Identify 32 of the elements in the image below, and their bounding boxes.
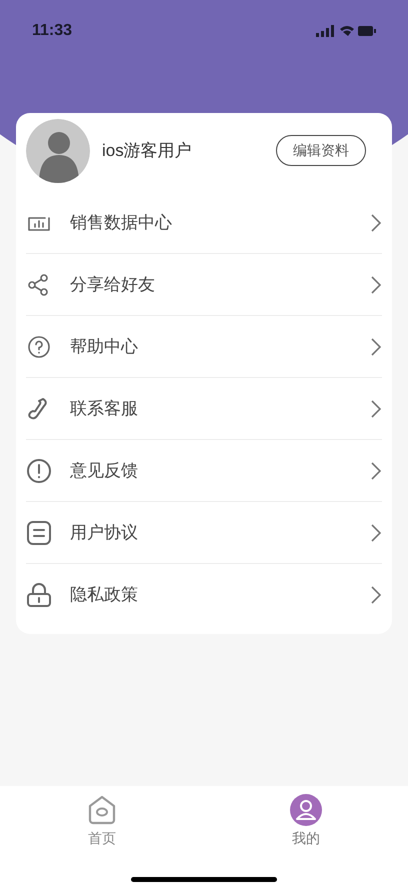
tab-item[interactable]: 首页 (62, 794, 142, 849)
menu-label: 联系客服 (70, 398, 139, 420)
chevron-icon (370, 398, 382, 418)
menu-item[interactable]: 隐私政策 (26, 564, 382, 626)
status-time: 11:33 (32, 21, 72, 41)
chevron-icon (370, 336, 382, 356)
chevron-icon (370, 460, 382, 480)
menu-item[interactable]: 销售数据中心 (26, 192, 382, 254)
document-icon (26, 520, 52, 546)
alert-icon (26, 458, 52, 484)
menu-item[interactable]: 联系客服 (26, 378, 382, 440)
user-name: ios游客用户 (102, 140, 193, 162)
menu-item[interactable]: 意见反馈 (26, 440, 382, 502)
menu-item[interactable]: 用户协议 (26, 502, 382, 564)
tab-item[interactable]: 我的 (266, 794, 346, 849)
chevron-icon (370, 522, 382, 542)
menu-label: 帮助中心 (70, 336, 139, 358)
menu-label: 隐私政策 (70, 584, 139, 606)
menu-item[interactable]: 帮助中心 (26, 316, 382, 378)
menu-label: 分享给好友 (70, 274, 156, 296)
help-icon (26, 334, 52, 360)
avatar-icon (26, 118, 90, 182)
lock-icon (26, 582, 52, 608)
chevron-icon (370, 274, 382, 294)
chevron-icon (370, 212, 382, 232)
edit-profile-button[interactable]: 编辑资料 (276, 135, 366, 166)
menu-label: 意见反馈 (70, 460, 139, 482)
status-icons-drawing (316, 24, 376, 38)
chevron-icon (370, 585, 382, 605)
menu-label: 销售数据中心 (70, 212, 173, 234)
menu-label: 用户协议 (70, 522, 139, 544)
menu-item[interactable]: 分享给好友 (26, 254, 382, 316)
